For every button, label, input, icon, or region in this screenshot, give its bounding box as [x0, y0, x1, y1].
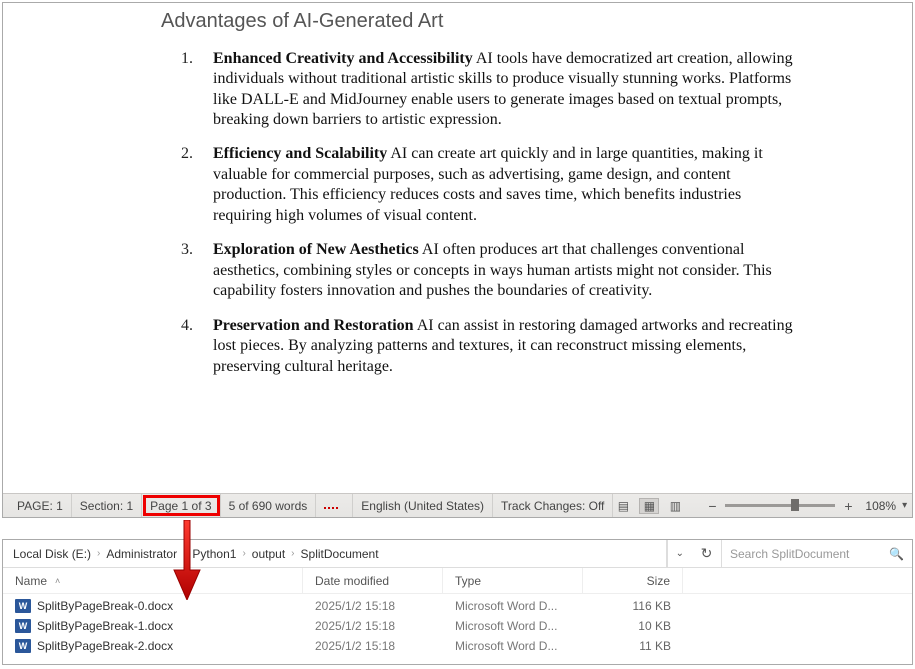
- refresh-button[interactable]: ↻: [692, 540, 722, 567]
- file-name: SplitByPageBreak-0.docx: [37, 599, 173, 613]
- zoom-level[interactable]: 108%: [865, 499, 896, 513]
- document-list: 1. Enhanced Creativity and Accessibility…: [161, 49, 794, 378]
- crumb[interactable]: Administrator: [102, 547, 181, 561]
- file-row[interactable]: SplitByPageBreak-0.docx 2025/1/2 15:18 M…: [3, 596, 912, 616]
- file-date: 2025/1/2 15:18: [303, 616, 443, 636]
- status-page[interactable]: PAGE: 1: [9, 494, 72, 517]
- file-row[interactable]: SplitByPageBreak-1.docx 2025/1/2 15:18 M…: [3, 616, 912, 636]
- read-mode-icon[interactable]: ▤: [613, 498, 633, 514]
- breadcrumb-expand-button[interactable]: ⌄: [667, 540, 692, 567]
- file-size: 11 KB: [583, 636, 683, 656]
- crumb[interactable]: Local Disk (E:): [9, 547, 95, 561]
- list-item-head: Exploration of New Aesthetics: [213, 241, 419, 258]
- column-header-name[interactable]: Name ˄: [3, 568, 303, 593]
- file-date: 2025/1/2 15:18: [303, 636, 443, 656]
- print-layout-icon[interactable]: ▦: [639, 498, 659, 514]
- spellcheck-icon: [324, 501, 340, 511]
- crumb[interactable]: Python1: [188, 547, 240, 561]
- list-number: 2.: [181, 144, 193, 164]
- explorer-toolbar: Local Disk (E:)› Administrator› Python1›…: [3, 540, 912, 568]
- status-language[interactable]: English (United States): [353, 494, 493, 517]
- statusbar-menu-caret[interactable]: ▾: [902, 500, 907, 511]
- list-item: 1. Enhanced Creativity and Accessibility…: [161, 49, 794, 131]
- chevron-right-icon: ›: [95, 548, 102, 559]
- crumb[interactable]: SplitDocument: [297, 547, 383, 561]
- column-header-type[interactable]: Type: [443, 568, 583, 593]
- column-header-size[interactable]: Size: [583, 568, 683, 593]
- list-item: 2. Efficiency and Scalability AI can cre…: [161, 144, 794, 226]
- file-explorer-window: Local Disk (E:)› Administrator› Python1›…: [2, 539, 913, 665]
- file-type: Microsoft Word D...: [443, 636, 583, 656]
- explorer-column-headers: Name ˄ Date modified Type Size: [3, 568, 912, 594]
- document-heading: Advantages of AI-Generated Art: [161, 9, 794, 35]
- list-item-head: Enhanced Creativity and Accessibility: [213, 50, 473, 67]
- status-word-count[interactable]: 5 of 690 words: [221, 494, 317, 517]
- column-header-date[interactable]: Date modified: [303, 568, 443, 593]
- crumb[interactable]: output: [248, 547, 289, 561]
- word-doc-icon: [15, 639, 31, 653]
- refresh-icon: ↻: [701, 545, 713, 562]
- file-name: SplitByPageBreak-1.docx: [37, 619, 173, 633]
- file-type: Microsoft Word D...: [443, 616, 583, 636]
- word-doc-icon: [15, 619, 31, 633]
- search-input[interactable]: [730, 547, 889, 561]
- breadcrumb[interactable]: Local Disk (E:)› Administrator› Python1›…: [3, 540, 667, 567]
- status-track-changes[interactable]: Track Changes: Off: [493, 494, 613, 517]
- chevron-right-icon: ›: [240, 548, 247, 559]
- list-item-head: Preservation and Restoration: [213, 317, 414, 334]
- file-type: Microsoft Word D...: [443, 596, 583, 616]
- chevron-right-icon: ›: [289, 548, 296, 559]
- file-row[interactable]: SplitByPageBreak-2.docx 2025/1/2 15:18 M…: [3, 636, 912, 656]
- status-spellcheck[interactable]: [316, 494, 353, 517]
- sort-asc-icon: ˄: [55, 576, 60, 586]
- zoom-out-button[interactable]: −: [705, 499, 719, 513]
- document-page: Advantages of AI-Generated Art 1. Enhanc…: [3, 3, 912, 493]
- status-page-count[interactable]: Page 1 of 3: [142, 494, 220, 517]
- word-doc-icon: [15, 599, 31, 613]
- statusbar: PAGE: 1 Section: 1 Page 1 of 3 5 of 690 …: [3, 493, 912, 517]
- search-icon: 🔍: [889, 547, 904, 561]
- file-size: 116 KB: [583, 596, 683, 616]
- list-number: 4.: [181, 316, 193, 336]
- file-size: 10 KB: [583, 616, 683, 636]
- list-item: 3. Exploration of New Aesthetics AI ofte…: [161, 240, 794, 301]
- file-name: SplitByPageBreak-2.docx: [37, 639, 173, 653]
- zoom-in-button[interactable]: +: [841, 499, 855, 513]
- file-date: 2025/1/2 15:18: [303, 596, 443, 616]
- chevron-right-icon: ›: [181, 548, 188, 559]
- word-window: Advantages of AI-Generated Art 1. Enhanc…: [2, 2, 913, 518]
- list-item: 4. Preservation and Restoration AI can a…: [161, 316, 794, 377]
- list-number: 3.: [181, 240, 193, 260]
- list-item-head: Efficiency and Scalability: [213, 145, 387, 162]
- web-layout-icon[interactable]: ▥: [665, 498, 685, 514]
- list-number: 1.: [181, 49, 193, 69]
- explorer-search[interactable]: 🔍: [722, 540, 912, 567]
- column-header-label: Name: [15, 574, 47, 588]
- status-section[interactable]: Section: 1: [72, 494, 142, 517]
- statusbar-right: ▤ ▦ ▥ − + 108% ▾: [613, 498, 911, 514]
- file-list: SplitByPageBreak-0.docx 2025/1/2 15:18 M…: [3, 594, 912, 664]
- zoom-slider[interactable]: [725, 504, 835, 507]
- zoom-thumb[interactable]: [791, 499, 799, 511]
